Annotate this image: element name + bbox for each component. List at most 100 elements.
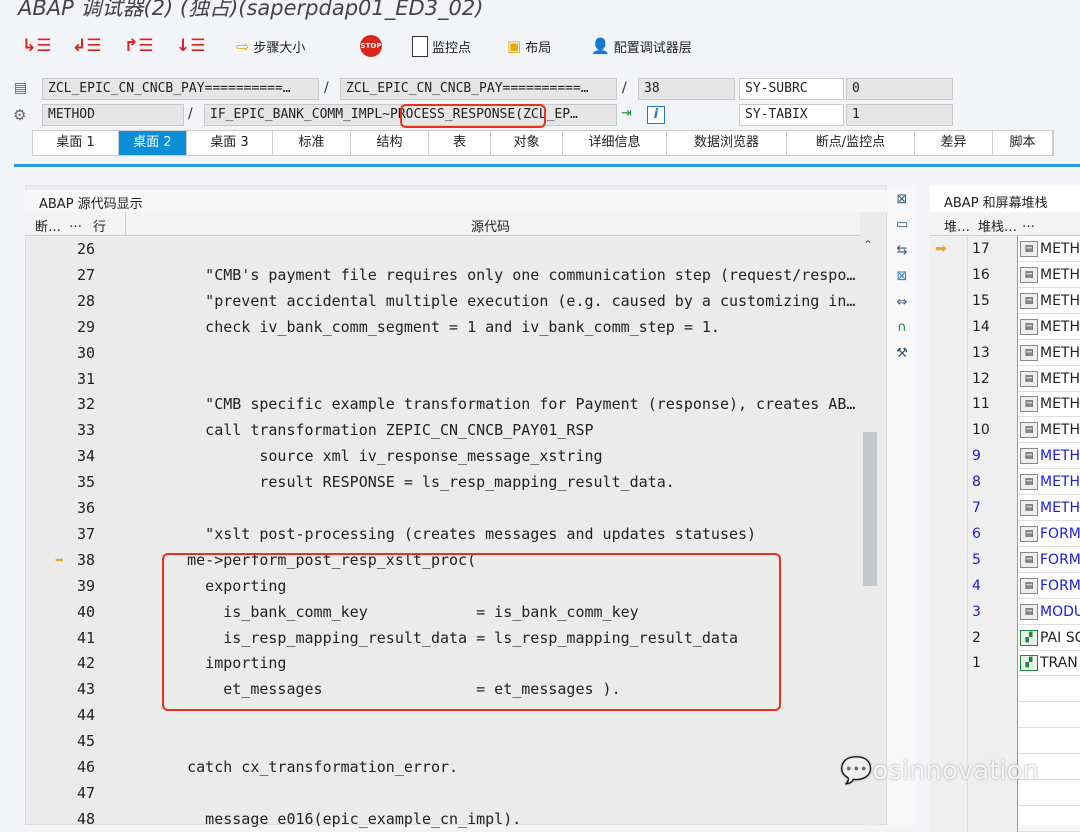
col-stack-type[interactable]: … [1022,216,1035,231]
stop-button[interactable]: STOP [360,32,382,60]
line-number: 26 [77,240,96,258]
stack-row[interactable]: 11 ▤ METH [930,391,1080,418]
line-number: 36 [77,499,96,517]
step-into-button[interactable]: ↳☰ [22,32,51,60]
stack-row[interactable]: 16 ▤ METH [930,261,1080,288]
line-number: 41 [77,628,96,647]
line-field[interactable]: 38 [638,78,735,100]
tab-table[interactable]: 表 [429,131,491,155]
code-line[interactable]: 29 check iv_bank_comm_segment = 1 and iv… [25,314,860,340]
code-text: "CMB's payment file requires only one co… [151,265,859,284]
scroll-up-icon[interactable]: ⌃ [863,238,873,252]
code-line[interactable]: 45 [25,728,860,754]
code-line[interactable]: 26 [25,236,860,262]
stack-row[interactable]: 15 ▤ METH [930,287,1080,314]
code-line[interactable]: 27 "CMB's payment file requires only one… [25,262,860,288]
sy-field-name-1[interactable]: SY-SUBRC [739,78,844,100]
code-line[interactable]: 35 result RESPONSE = ls_resp_mapping_res… [25,469,860,495]
stack-event-type: METH [1040,422,1080,439]
col-breakpoint[interactable]: 断… [35,216,61,235]
headset-tool-icon[interactable]: ∩ [893,320,911,338]
stack-empty-row [930,805,1080,832]
col-source[interactable]: 源代码 [471,216,510,235]
resize-tool-icon[interactable]: ⇔ [893,295,911,313]
line-number: 27 [77,265,96,284]
stack-row[interactable]: ➡ 17 ▤ METH [930,236,1080,262]
stack-marker [930,287,968,314]
new-tool-icon[interactable]: ▭ [893,217,911,235]
config-layer-button[interactable]: 👤 配置调试器层 [591,32,692,60]
tab-desktop-3[interactable]: 桌面 3 [187,131,273,155]
watchpoint-button[interactable]: 监控点 [412,32,471,60]
stack-row[interactable]: 12 ▤ METH [930,365,1080,392]
code-line[interactable]: 37 "xslt post-processing (creates messag… [25,521,860,547]
line-number: 47 [77,783,96,802]
code-text: result RESPONSE = ls_resp_mapping_result… [151,473,675,492]
stack-row[interactable]: 10 ▤ METH [930,417,1080,444]
stack-row[interactable]: 8 ▤ METH [930,469,1080,496]
stack-row[interactable]: 1 ▞ TRAN [930,650,1080,677]
stack-row[interactable]: 3 ▤ MODU [930,598,1080,625]
stop-icon: STOP [360,35,382,57]
continue-button[interactable]: ↓☰ [176,32,205,60]
code-line[interactable]: 33 call transformation ZEPIC_CN_CNCB_PAY… [25,417,860,443]
tab-details[interactable]: 详细信息 [563,131,667,155]
navigate-icon[interactable]: ⇥ [621,106,632,121]
maximize-tool-icon[interactable]: ⊠ [893,269,911,287]
col-stack-level[interactable]: 堆栈… [978,216,1017,235]
include-field[interactable]: ZCL_EPIC_CN_CNCB_PAY==========… [340,78,617,100]
stack-row[interactable]: 5 ▤ FORM [930,546,1080,573]
stack-row[interactable]: 4 ▤ FORM [930,572,1080,599]
tab-desktop-2[interactable]: 桌面 2 [119,131,187,155]
code-line[interactable]: 46 catch cx_transformation_error. [25,754,860,780]
stack-row[interactable]: 6 ▤ FORM [930,520,1080,547]
program-icon: ▤ [14,80,28,96]
tab-data-browser[interactable]: 数据浏览器 [667,131,787,155]
return-button[interactable]: ↱☰ [124,32,153,60]
col-dots[interactable]: … [69,216,82,231]
event-type-field[interactable]: METHOD [42,104,184,126]
col-stack-marker[interactable]: 堆… [944,216,970,235]
abap-program-icon: ▤ [1020,241,1038,257]
sy-field-name-2[interactable]: SY-TABIX [739,104,844,126]
stack-row[interactable]: 7 ▤ METH [930,495,1080,521]
swap-tool-icon[interactable]: ⇆ [893,243,911,261]
tab-script[interactable]: 脚本 [993,131,1053,155]
code-line[interactable]: 32 "CMB specific example transformation … [25,391,860,417]
tab-desktop-1[interactable]: 桌面 1 [33,131,119,155]
line-number: 44 [77,706,96,725]
code-line[interactable]: 31 [25,366,860,392]
step-size-button[interactable]: ⇨ 步骤大小 [236,32,305,60]
tab-breakpoints[interactable]: 断点/监控点 [787,131,915,155]
stack-marker [930,572,968,599]
program-field[interactable]: ZCL_EPIC_CN_CNCB_PAY==========… [42,78,319,100]
stack-row[interactable]: 13 ▤ METH [930,339,1080,366]
current-frame-arrow-icon: ➡ [935,241,947,257]
code-line[interactable]: 36 [25,495,860,521]
tab-structure[interactable]: 结构 [351,131,429,155]
services-tool-icon[interactable]: ⚒ [893,346,911,364]
layout-button[interactable]: ▣ 布局 [507,32,551,60]
tab-object[interactable]: 对象 [491,131,563,155]
stack-row[interactable]: 9 ▤ METH [930,443,1080,470]
stack-row[interactable]: 2 ▞ PAI SC [930,624,1080,651]
scrollbar-thumb[interactable] [863,432,877,586]
tab-diff[interactable]: 差异 [915,131,993,155]
code-line[interactable]: 30 [25,340,860,366]
close-tool-icon[interactable]: ⊠ [893,192,911,210]
code-line[interactable]: 28 "prevent accidental multiple executio… [25,288,860,314]
config-label: 配置调试器层 [613,40,692,56]
watermark: 💬osinnovation [840,756,1039,786]
step-size-label: 步骤大小 [253,40,306,56]
stack-row[interactable]: 14 ▤ METH [930,313,1080,340]
col-line[interactable]: 行 [93,216,106,235]
gear-icon: ⚙ [13,106,27,124]
code-line[interactable]: 34 source xml iv_response_message_xstrin… [25,443,860,469]
tab-standard[interactable]: 标准 [273,131,351,155]
step-over-button[interactable]: ↲☰ [72,32,101,60]
code-line[interactable]: 47 [25,780,860,806]
code-line[interactable]: 48 message e016(epic_example_cn_impl). [25,806,860,832]
stack-event-type: METH [1040,318,1080,335]
watermark-text: osinnovation [872,756,1040,786]
info-icon[interactable]: i [647,106,665,124]
